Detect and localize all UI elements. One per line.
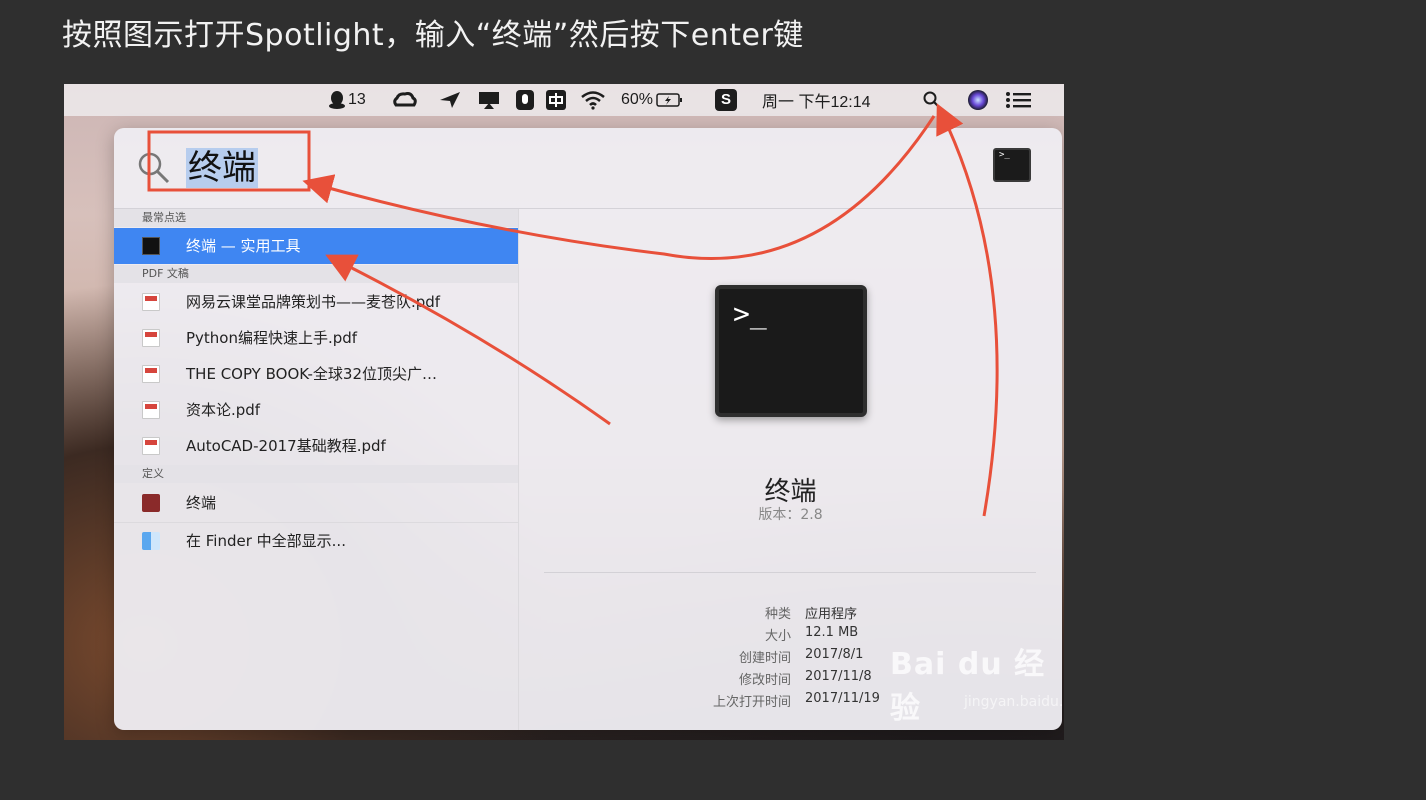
mac-screenshot: 13 60% S 周一 下午12:14 终端 >_ 最常点选 终端 — 实用工具… (64, 84, 1064, 740)
arrow-to-search-icon (936, 103, 999, 517)
instruction-text: 按照图示打开Spotlight，输入“终端”然后按下enter键 (62, 18, 804, 53)
arrow-to-terminal-result (325, 254, 611, 426)
query-highlight-box (147, 130, 311, 192)
annotation-overlay (147, 103, 999, 517)
arrow-to-query-box (302, 115, 936, 261)
